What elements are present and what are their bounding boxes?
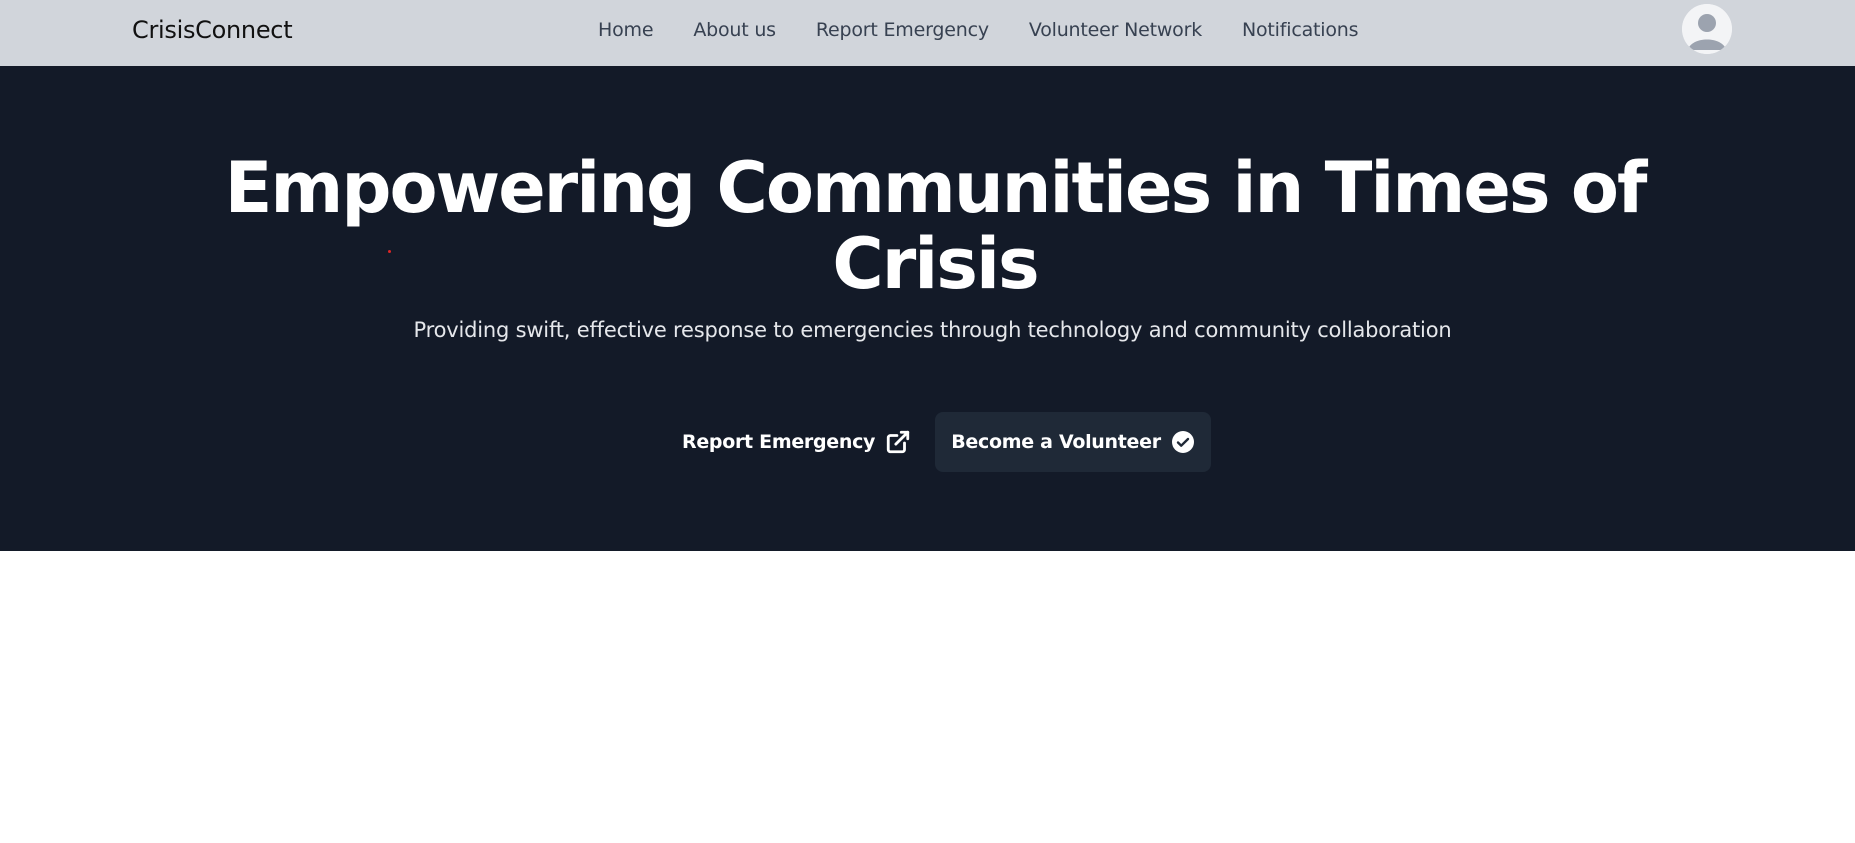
report-emergency-button[interactable]: Report Emergency xyxy=(670,416,923,468)
user-avatar-button[interactable] xyxy=(1682,4,1732,54)
become-volunteer-button[interactable]: Become a Volunteer xyxy=(935,412,1211,472)
cursor-dot xyxy=(388,250,391,253)
top-navbar: CrisisConnect Home About us Report Emerg… xyxy=(0,0,1855,66)
check-circle-icon xyxy=(1171,430,1195,454)
hero-title: Empowering Communities in Times of Crisi… xyxy=(224,147,1648,305)
nav-link-notifications[interactable]: Notifications xyxy=(1242,19,1359,41)
report-emergency-label: Report Emergency xyxy=(682,431,876,453)
external-link-icon xyxy=(885,429,911,455)
nav-link-home[interactable]: Home xyxy=(598,19,654,41)
nav-link-about-us[interactable]: About us xyxy=(693,19,776,41)
main-nav: Home About us Report Emergency Volunteer… xyxy=(598,0,1359,60)
brand-logo-link[interactable]: CrisisConnect xyxy=(132,0,293,60)
user-avatar-icon xyxy=(1682,4,1732,54)
nav-link-report-emergency[interactable]: Report Emergency xyxy=(816,19,989,41)
nav-link-volunteer-network[interactable]: Volunteer Network xyxy=(1029,19,1202,41)
hero-subtitle: Providing swift, effective response to e… xyxy=(413,318,1452,342)
become-volunteer-label: Become a Volunteer xyxy=(951,431,1161,453)
hero-section: Empowering Communities in Times of Crisi… xyxy=(0,66,1855,551)
